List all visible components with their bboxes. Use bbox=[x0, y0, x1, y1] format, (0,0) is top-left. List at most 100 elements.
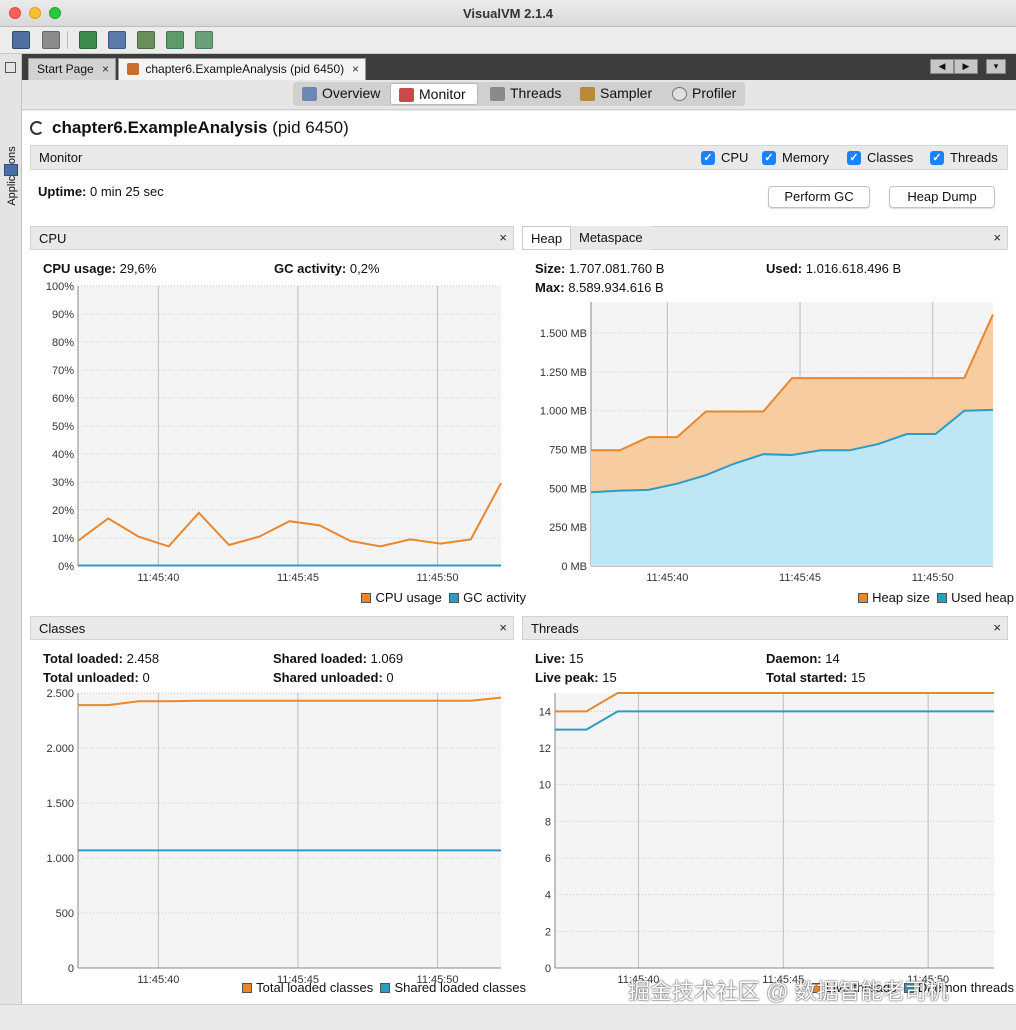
tab-process[interactable]: chapter6.ExampleAnalysis (pid 6450) × bbox=[118, 58, 366, 80]
y-tick-label: 1.250 MB bbox=[540, 367, 587, 379]
heap-dump-button[interactable]: Heap Dump bbox=[889, 186, 995, 208]
close-icon[interactable]: × bbox=[352, 59, 359, 80]
overview-icon bbox=[302, 87, 317, 101]
x-tick-label: 11:45:50 bbox=[912, 572, 954, 584]
y-tick-label: 70% bbox=[52, 365, 74, 377]
memory-checkbox[interactable]: ✓ Memory bbox=[762, 150, 829, 165]
monitor-header: Monitor ✓ CPU ✓ Memory ✓ Classes ✓ Threads bbox=[30, 145, 1008, 170]
main-toolbar bbox=[0, 27, 1016, 54]
check-icon: ✓ bbox=[930, 151, 944, 165]
y-tick-label: 250 MB bbox=[549, 522, 587, 534]
tab-start-page-label: Start Page bbox=[37, 62, 94, 76]
y-tick-label: 0% bbox=[58, 561, 74, 573]
cpu-chart: 0% 10% 20% 30% 40% 50% 60% 70% 80% 90% 100% 11:45:4… bbox=[46, 281, 502, 584]
y-tick-label: 12 bbox=[539, 743, 551, 755]
y-tick-label: 10 bbox=[539, 780, 551, 792]
heap-dump-icon[interactable] bbox=[108, 31, 126, 49]
legend-swatch bbox=[380, 983, 391, 993]
classes-chart: 05001.0001.5002.0002.50011:45:40 11:45:45… bbox=[46, 688, 502, 986]
tab-threads-label: Threads bbox=[510, 85, 562, 101]
y-tick-label: 2.000 bbox=[46, 743, 74, 755]
y-tick-label: 30% bbox=[52, 477, 74, 489]
legend-heap-size: Heap size bbox=[872, 590, 930, 605]
cpu-checkbox[interactable]: ✓ CPU bbox=[701, 150, 748, 165]
threads-icon bbox=[490, 87, 505, 101]
thread-dump-icon[interactable] bbox=[137, 31, 155, 49]
threads-panel: Threads × Live: 15 Daemon: 14 Live peak:… bbox=[522, 616, 1014, 999]
restore-icon[interactable] bbox=[5, 62, 16, 73]
compare-icon[interactable] bbox=[195, 31, 213, 49]
process-pid: (pid 6450) bbox=[272, 118, 349, 137]
y-tick-label: 60% bbox=[52, 393, 74, 405]
y-tick-label: 4 bbox=[545, 890, 551, 902]
title-bar: VisualVM 2.1.4 bbox=[0, 0, 1016, 27]
check-icon: ✓ bbox=[847, 151, 861, 165]
main-content: chapter6.ExampleAnalysis (pid 6450) Moni… bbox=[22, 111, 1016, 1004]
open-icon[interactable] bbox=[12, 31, 30, 49]
y-tick-label: 2 bbox=[545, 926, 551, 938]
y-tick-label: 40% bbox=[52, 449, 74, 461]
classes-legend: Total loaded classes Shared loaded class… bbox=[242, 980, 526, 995]
tab-overview-label: Overview bbox=[322, 85, 381, 101]
y-tick-label: 750 MB bbox=[549, 445, 587, 457]
memory-panel: Heap Metaspace × Size: 1.707.081.760 B U… bbox=[522, 226, 1014, 608]
legend-cpu-usage: CPU usage bbox=[375, 590, 442, 605]
legend-swatch bbox=[361, 593, 372, 603]
y-tick-label: 8 bbox=[545, 816, 551, 828]
x-tick-label: 11:45:45 bbox=[277, 572, 319, 584]
cpu-checkbox-label: CPU bbox=[721, 150, 749, 165]
classes-checkbox-label: Classes bbox=[867, 150, 914, 165]
legend-swatch bbox=[242, 983, 253, 993]
heap-legend: Heap size Used heap bbox=[858, 590, 1014, 605]
uptime-label: Uptime: bbox=[38, 184, 87, 199]
scroll-right-button[interactable]: ▶ bbox=[954, 59, 978, 74]
threads-checkbox[interactable]: ✓ Threads bbox=[930, 150, 998, 165]
scroll-left-button[interactable]: ◀ bbox=[930, 59, 954, 74]
x-tick-label: 11:45:45 bbox=[779, 572, 821, 584]
snapshot-icon[interactable] bbox=[166, 31, 184, 49]
y-tick-label: 1.500 MB bbox=[540, 328, 587, 340]
tab-list-button[interactable]: ▾ bbox=[986, 59, 1006, 74]
tab-profiler-label: Profiler bbox=[692, 85, 737, 101]
y-tick-label: 80% bbox=[52, 337, 74, 349]
save-icon[interactable] bbox=[42, 31, 60, 49]
cpu-legend: CPU usage GC activity bbox=[361, 590, 526, 605]
add-jmx-connection-icon[interactable] bbox=[79, 31, 97, 49]
view-tabs: Overview Monitor Threads Sampler Profile… bbox=[22, 80, 1016, 110]
legend-used-heap: Used heap bbox=[951, 590, 1014, 605]
monitor-label: Monitor bbox=[39, 150, 83, 165]
heap-chart: 0 MB 250 MB 500 MB 750 MB 1.000 MB 1.250 MB 1.… bbox=[540, 302, 994, 584]
applications-tab[interactable]: Applications bbox=[3, 144, 19, 214]
perform-gc-button[interactable]: Perform GC bbox=[768, 186, 870, 208]
y-tick-label: 90% bbox=[52, 309, 74, 321]
tab-navigation: ◀ ▶ ▾ bbox=[930, 59, 1008, 74]
computer-icon[interactable] bbox=[4, 164, 18, 176]
y-tick-label: 14 bbox=[539, 706, 551, 718]
tab-monitor-label: Monitor bbox=[419, 86, 466, 102]
tab-threads[interactable]: Threads bbox=[482, 83, 568, 105]
tab-start-page[interactable]: Start Page × bbox=[28, 58, 116, 80]
tab-overview[interactable]: Overview bbox=[294, 83, 386, 105]
cpu-panel: CPU × CPU usage: 29,6% GC activity: 0,2%… bbox=[30, 226, 526, 608]
process-name: chapter6.ExampleAnalysis bbox=[52, 118, 268, 137]
status-bar bbox=[0, 1004, 1016, 1030]
y-tick-label: 2.500 bbox=[46, 688, 74, 700]
y-tick-label: 0 bbox=[68, 963, 74, 975]
tab-sampler-label: Sampler bbox=[600, 85, 653, 101]
threads-checkbox-label: Threads bbox=[950, 150, 998, 165]
memory-checkbox-label: Memory bbox=[782, 150, 829, 165]
y-tick-label: 0 MB bbox=[561, 561, 587, 573]
loading-icon bbox=[30, 121, 44, 135]
tab-profiler[interactable]: Profiler bbox=[664, 83, 744, 105]
x-tick-label: 11:45:40 bbox=[137, 974, 179, 986]
y-tick-label: 1.000 bbox=[46, 853, 74, 865]
sampler-icon bbox=[580, 87, 595, 101]
classes-checkbox[interactable]: ✓ Classes bbox=[847, 150, 913, 165]
close-icon[interactable]: × bbox=[102, 59, 109, 80]
threads-chart: 0246810121411:45:40 11:45:45 11:45:50 bbox=[539, 692, 994, 986]
tab-monitor[interactable]: Monitor bbox=[390, 83, 478, 105]
uptime-value: 0 min 25 sec bbox=[90, 184, 164, 199]
classes-panel: Classes × Total loaded: 2.458 Shared loa… bbox=[30, 616, 526, 999]
tab-sampler[interactable]: Sampler bbox=[572, 83, 660, 105]
applications-tab-label: Applications bbox=[6, 146, 18, 206]
